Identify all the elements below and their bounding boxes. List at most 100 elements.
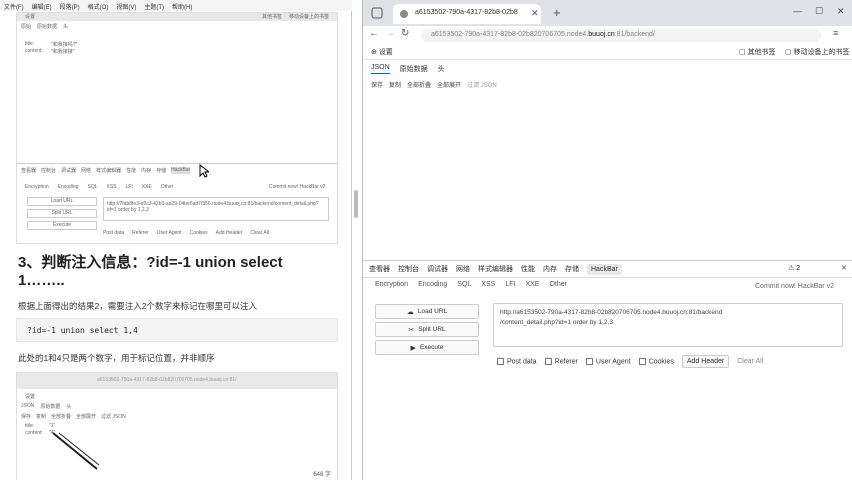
- opt-post-data[interactable]: Post data: [497, 357, 537, 366]
- shot1-load-url: Load URL: [27, 197, 97, 206]
- reload-icon[interactable]: ↻: [401, 28, 409, 39]
- shot2-url: a6153502-790a-4317-82b8-02b820706705.nod…: [97, 377, 237, 383]
- address-bar[interactable]: a6153502-790a-4317-82b8-02b820706705.nod…: [421, 29, 821, 42]
- load-url-button[interactable]: ☁ Load URL: [375, 304, 479, 319]
- bookmark-other[interactable]: ▢ 其他书签: [739, 47, 776, 57]
- shot1-opt-ua: User Agent: [156, 230, 182, 236]
- menu-file[interactable]: 文件(F): [4, 2, 24, 11]
- hackbar-xss[interactable]: XSS: [481, 281, 495, 295]
- shot1-tab-headers: 头: [63, 24, 69, 30]
- cookies-checkbox[interactable]: [638, 357, 646, 365]
- hackbar-sql[interactable]: SQL: [457, 281, 471, 295]
- menu-icon[interactable]: ≡: [833, 28, 838, 38]
- document-scrollbar[interactable]: [354, 190, 358, 218]
- shot1-hb-lfi: LFI: [125, 184, 133, 190]
- tab-close-icon[interactable]: ✕: [531, 8, 539, 19]
- dev-tab-performance[interactable]: 性能: [521, 264, 535, 274]
- opt-user-agent[interactable]: User Agent: [585, 357, 631, 366]
- json-filter-input[interactable]: 过滤 JSON: [467, 80, 497, 89]
- dev-tab-network[interactable]: 网络: [456, 264, 470, 274]
- menu-help[interactable]: 帮助(H): [172, 2, 192, 11]
- execute-icon: ▶: [410, 344, 416, 352]
- hackbar-encryption[interactable]: Encryption: [375, 281, 408, 295]
- browser-tab[interactable]: a6153502-790a-4317-82b8-02b8: [393, 4, 541, 24]
- referer-checkbox[interactable]: [544, 357, 552, 365]
- browser-window: a6153502-790a-4317-82b8-02b8 ✕ + — ☐ ✕ ←…: [362, 0, 852, 480]
- maximize-icon[interactable]: ☐: [815, 6, 823, 17]
- url-line-1: http://a6153502-790a-4317-82b8-02b820706…: [500, 309, 723, 316]
- execute-label: Execute: [419, 344, 444, 351]
- json-collapse-button[interactable]: 全部折叠: [407, 80, 431, 89]
- hackbar-lfi[interactable]: LFI: [505, 281, 515, 295]
- dev-tab-style-editor[interactable]: 样式编辑器: [478, 264, 513, 274]
- shot1-hb-encryption: Encryption: [25, 184, 49, 190]
- hackbar-encoding[interactable]: Encoding: [418, 281, 447, 295]
- bookmark-mobile[interactable]: ▢ 移动设备上的书签: [785, 47, 850, 57]
- opt-referer[interactable]: Referer: [544, 357, 578, 366]
- post-data-checkbox[interactable]: [497, 357, 504, 365]
- window-close-icon[interactable]: ✕: [837, 6, 845, 17]
- bookmark-settings-label: 设置: [378, 49, 393, 56]
- shot1-hb-xss: XSS: [106, 184, 117, 190]
- shot1-row2-val: "和我接接": [51, 49, 75, 55]
- opt-cookies[interactable]: Cookies: [638, 357, 674, 366]
- user-agent-checkbox[interactable]: [585, 357, 593, 365]
- json-tab-json[interactable]: JSON: [371, 64, 390, 74]
- tabs-overview-icon[interactable]: [371, 7, 383, 19]
- devtools-close-icon[interactable]: ✕: [841, 264, 847, 272]
- shot2-tab-raw: 原始数据: [40, 404, 61, 410]
- shot2-tool-copy: 复制: [36, 414, 47, 420]
- bookmark-settings[interactable]: ⊕ 设置: [371, 47, 393, 57]
- dev-tab-console[interactable]: 控制台: [398, 264, 419, 274]
- dev-tab-hackbar[interactable]: HackBar: [587, 263, 622, 275]
- cookies-label: Cookies: [648, 358, 674, 366]
- paragraph-2: 此处的1和4只是两个数字，用于标记位置，并非顺序: [18, 353, 215, 363]
- menu-theme[interactable]: 主题(T): [144, 2, 164, 11]
- json-copy-button[interactable]: 复制: [389, 80, 401, 89]
- embedded-screenshot-1: 设置 其他书签 移动设备上的书签 原始 原始数据 头 title: "和我接吗?…: [16, 12, 338, 244]
- json-tab-raw[interactable]: 原始数据: [400, 64, 428, 74]
- hackbar-xxe[interactable]: XXE: [525, 281, 539, 295]
- menu-paragraph[interactable]: 段落(P): [60, 2, 80, 11]
- json-save-button[interactable]: 保存: [371, 80, 383, 89]
- back-icon[interactable]: ←: [369, 28, 379, 39]
- tab-strip: a6153502-790a-4317-82b8-02b8 ✕ + — ☐ ✕: [363, 0, 852, 26]
- hackbar-url-textarea[interactable]: http://a6153502-790a-4317-82b8-02b820706…: [493, 303, 843, 347]
- add-header-button[interactable]: Add Header: [681, 355, 730, 368]
- execute-button[interactable]: ▶ Execute: [375, 340, 479, 355]
- user-agent-label: User Agent: [595, 358, 631, 366]
- menu-format[interactable]: 格式(O): [88, 2, 109, 11]
- post-data-label: Post data: [507, 358, 537, 366]
- url-path: :81/backend/: [614, 31, 655, 38]
- dev-tab-inspector[interactable]: 查看器: [369, 264, 390, 274]
- shot1-hb-xxe: XXE: [141, 184, 152, 190]
- shot2-tool-filter: 过滤 JSON: [101, 414, 126, 420]
- minimize-icon[interactable]: —: [793, 6, 802, 16]
- clear-all-button[interactable]: Clear All: [737, 358, 763, 365]
- shot1-execute: Execute: [27, 221, 97, 230]
- menu-view[interactable]: 视图(V): [116, 2, 136, 11]
- menu-edit[interactable]: 编辑(E): [32, 2, 52, 11]
- annotation-arrow-icon: [52, 432, 100, 470]
- new-tab-icon[interactable]: +: [553, 5, 561, 20]
- split-url-button[interactable]: ✂ Split URL: [375, 322, 479, 337]
- shot1-hb-other: Other: [160, 184, 174, 190]
- load-url-icon: ☁: [406, 308, 414, 316]
- navigation-bar: ← → ↻ a6153502-790a-4317-82b8-02b8207067…: [363, 26, 852, 44]
- hackbar-other[interactable]: Other: [549, 281, 567, 295]
- referer-label: Referer: [554, 358, 578, 366]
- dev-tab-debugger[interactable]: 调试器: [427, 264, 448, 274]
- json-expand-button[interactable]: 全部展开: [437, 80, 461, 89]
- shot2-tool-save: 保存: [21, 414, 32, 420]
- dev-tab-memory[interactable]: 内存: [543, 264, 557, 274]
- shot1-opt-postdata: Post data: [103, 230, 125, 236]
- shot1-dev-tab-console: 控制台: [41, 168, 57, 174]
- section-heading: 3、判断注入信息：?id=-1 union select 1……..: [18, 254, 283, 289]
- split-url-icon: ✂: [408, 326, 415, 334]
- forward-icon[interactable]: →: [385, 28, 395, 39]
- tab-title: a6153502-790a-4317-82b8-02b8: [415, 9, 518, 16]
- hackbar-commit-link[interactable]: Commit now! HackBar v2: [755, 283, 834, 290]
- json-tab-headers[interactable]: 头: [438, 64, 445, 74]
- json-viewer-tabs: JSON 原始数据 头: [371, 64, 445, 74]
- dev-tab-storage[interactable]: 存储: [565, 264, 579, 274]
